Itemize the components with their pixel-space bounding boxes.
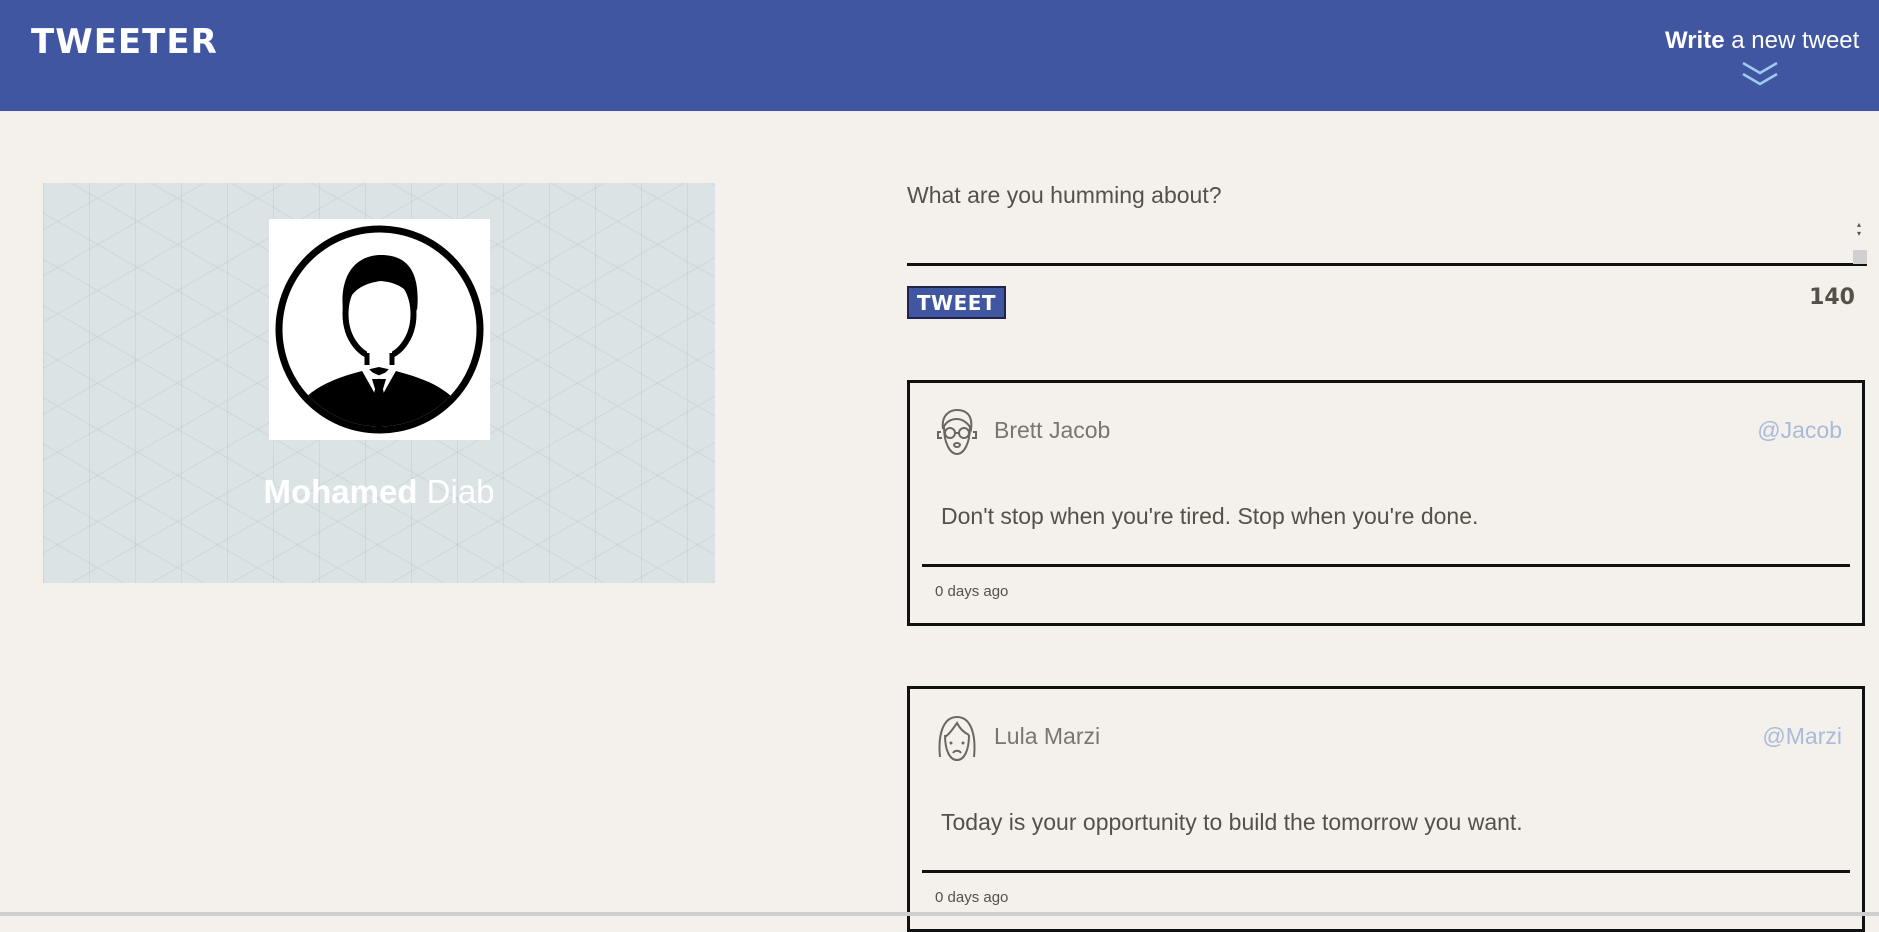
tweet-divider <box>922 564 1850 567</box>
tweet-button[interactable]: TWEET <box>907 286 1006 319</box>
profile-name: Mohamed Diab <box>263 473 495 510</box>
app-logo[interactable]: TWEETER <box>31 25 218 59</box>
tweet-author-name[interactable]: Lula Marzi <box>994 723 1100 750</box>
double-chevron-down-icon[interactable] <box>1740 60 1780 88</box>
textarea-spinner-icon[interactable]: ▴ ▾ <box>1853 220 1865 238</box>
profile-card: Mohamed Diab <box>43 183 715 583</box>
write-new-tweet-label[interactable]: Write a new tweet <box>1665 26 1859 56</box>
user-avatar-icon <box>275 225 484 434</box>
tweet-divider <box>922 870 1850 873</box>
tweet-timestamp: 0 days ago <box>935 583 1009 600</box>
tweet-timestamp: 0 days ago <box>935 889 1009 906</box>
profile-avatar <box>269 219 490 440</box>
tweet-text: Today is your opportunity to build the t… <box>941 809 1523 835</box>
top-navbar: TWEETER Write a new tweet <box>0 0 1879 111</box>
textarea-resize-handle[interactable] <box>1853 250 1867 264</box>
tweet-author-name[interactable]: Brett Jacob <box>994 417 1110 444</box>
tweet-input[interactable] <box>907 176 1867 266</box>
write-new-tweet-toggle[interactable]: Write a new tweet <box>1665 26 1859 88</box>
tweet-author-handle[interactable]: @Jacob <box>1757 417 1842 444</box>
horizontal-scrollbar[interactable] <box>0 912 1879 916</box>
woman-avatar-icon <box>938 715 976 762</box>
tweet-text: Don't stop when you're tired. Stop when … <box>941 503 1479 529</box>
man-avatar-icon <box>937 408 977 456</box>
tweet-composer: ▴▾ TWEET 140 <box>907 176 1867 319</box>
tweet-author-handle[interactable]: @Marzi <box>1762 723 1842 750</box>
tweet-card: Brett Jacob @Jacob Don't stop when you'r… <box>907 380 1865 626</box>
char-counter: 140 <box>1809 285 1855 310</box>
tweet-card: Lula Marzi @Marzi Today is your opportun… <box>907 686 1865 932</box>
